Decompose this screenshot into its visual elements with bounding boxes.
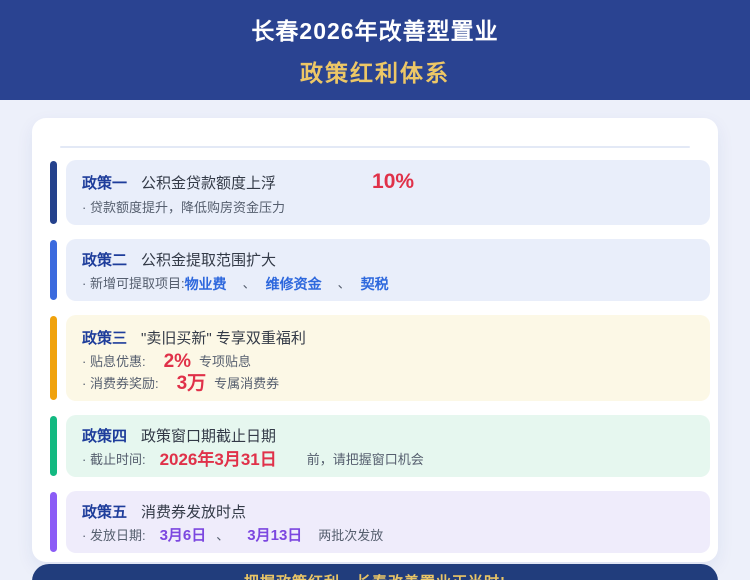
policy-row-5: 政策五 消费券发放时点 · 发放日期: 3月6日 、 3月13日 两批次发放 [50, 491, 710, 553]
policy2-tag-qishui: 契税 [360, 276, 389, 292]
policy4-card: 政策四 政策窗口期截止日期 · 截止时间: 2026年3月31日 前，请把握窗口… [66, 415, 710, 477]
policy2-title-row: 政策二 公积金提取范围扩大 [82, 249, 694, 270]
policy1-highlight-value: 10% [372, 170, 415, 193]
policy3-subsidy-label: · 贴息优惠: [82, 354, 146, 369]
policy2-tag-wuyefei: 物业费 [184, 276, 227, 292]
policy5-date-separator: 、 [216, 528, 230, 543]
policy-panel: 政策一 公积金贷款额度上浮 10% · 贷款额度提升，降低购房资金压力 政策二 … [32, 118, 718, 562]
policy1-desc: · 贷款额度提升，降低购房资金压力 [82, 199, 694, 217]
policy4-title: 政策窗口期截止日期 [141, 428, 277, 445]
policy4-deadline-row: · 截止时间: 2026年3月31日 前，请把握窗口机会 [82, 451, 694, 469]
policy1-accent-bar [50, 161, 57, 224]
policy5-dates-suffix: 两批次发放 [318, 528, 384, 543]
policy2-title: 公积金提取范围扩大 [141, 252, 277, 269]
policy1-card: 政策一 公积金贷款额度上浮 10% · 贷款额度提升，降低购房资金压力 [66, 160, 710, 225]
policy4-title-row: 政策四 政策窗口期截止日期 [82, 425, 694, 446]
policy5-card: 政策五 消费券发放时点 · 发放日期: 3月6日 、 3月13日 两批次发放 [66, 491, 710, 553]
policy5-title: 消费券发放时点 [141, 504, 247, 521]
policy5-date-2: 3月13日 [247, 527, 303, 544]
policy3-row-voucher: · 消费券奖励: 3万 专属消费券 [82, 373, 694, 394]
policy2-desc-prefix: · 新增可提取项目: [82, 276, 185, 291]
policy3-title-row: 政策三 "卖旧买新" 专享双重福利 [82, 327, 694, 348]
policy2-card: 政策二 公积金提取范围扩大 · 新增可提取项目: 物业费 、 维修资金 、 契税 [66, 239, 710, 301]
policy5-title-row: 政策五 消费券发放时点 [82, 501, 694, 522]
policy-row-2: 政策二 公积金提取范围扩大 · 新增可提取项目: 物业费 、 维修资金 、 契税 [50, 239, 710, 301]
policy3-title: "卖旧买新" 专享双重福利 [141, 330, 306, 347]
policy5-date-1: 3月6日 [159, 527, 207, 544]
bottom-banner: 把握政策红利，长春改善置业正当时! [32, 564, 718, 580]
policy4-deadline-date: 2026年3月31日 [159, 450, 277, 469]
policy2-separator: 、 [337, 276, 351, 291]
policy1-title-row: 政策一 公积金贷款额度上浮 10% [82, 170, 694, 194]
policy3-subsidy-suffix: 专项贴息 [199, 354, 252, 369]
policy1-title: 公积金贷款额度上浮 [141, 174, 277, 192]
policy4-accent-bar [50, 416, 57, 476]
policy3-accent-bar [50, 316, 57, 400]
policy3-voucher-suffix: 专属消费券 [214, 376, 280, 391]
policy2-desc: · 新增可提取项目: 物业费 、 维修资金 、 契税 [82, 275, 694, 293]
policy-row-1: 政策一 公积金贷款额度上浮 10% · 贷款额度提升，降低购房资金压力 [50, 160, 710, 225]
page-subtitle: 政策红利体系 [300, 60, 450, 86]
policy3-badge: 政策三 [82, 330, 128, 347]
policy2-tag-weixiuzijin: 维修资金 [265, 276, 322, 292]
top-divider [60, 146, 690, 148]
policy5-dates-label: · 发放日期: [82, 528, 146, 543]
page-title: 长春2026年改善型置业 [251, 18, 499, 44]
policy-row-3: 政策三 "卖旧买新" 专享双重福利 · 贴息优惠: 2% 专项贴息 · 消费券奖… [50, 315, 710, 401]
policy3-voucher-label: · 消费券奖励: [82, 376, 159, 391]
policy3-subsidy-value: 2% [163, 351, 192, 372]
policy3-voucher-value: 3万 [176, 373, 207, 394]
banner-slogan: 把握政策红利，长春改善置业正当时! [244, 571, 506, 580]
policy3-row-subsidy: · 贴息优惠: 2% 专项贴息 [82, 351, 694, 372]
policy4-deadline-suffix: 前，请把握窗口机会 [306, 452, 424, 467]
policy5-accent-bar [50, 492, 57, 552]
policy2-accent-bar [50, 240, 57, 300]
policy3-card: 政策三 "卖旧买新" 专享双重福利 · 贴息优惠: 2% 专项贴息 · 消费券奖… [66, 315, 710, 401]
header: 长春2026年改善型置业 政策红利体系 [0, 0, 750, 100]
policy-row-4: 政策四 政策窗口期截止日期 · 截止时间: 2026年3月31日 前，请把握窗口… [50, 415, 710, 477]
policy5-dates-row: · 发放日期: 3月6日 、 3月13日 两批次发放 [82, 527, 694, 545]
policy4-deadline-label: · 截止时间: [82, 452, 146, 467]
policy4-badge: 政策四 [82, 428, 128, 445]
policy5-badge: 政策五 [82, 504, 128, 521]
policy1-badge: 政策一 [82, 174, 128, 192]
policy2-badge: 政策二 [82, 252, 128, 269]
policy1-desc-text: · 贷款额度提升，降低购房资金压力 [82, 200, 285, 215]
policy2-separator: 、 [242, 276, 256, 291]
